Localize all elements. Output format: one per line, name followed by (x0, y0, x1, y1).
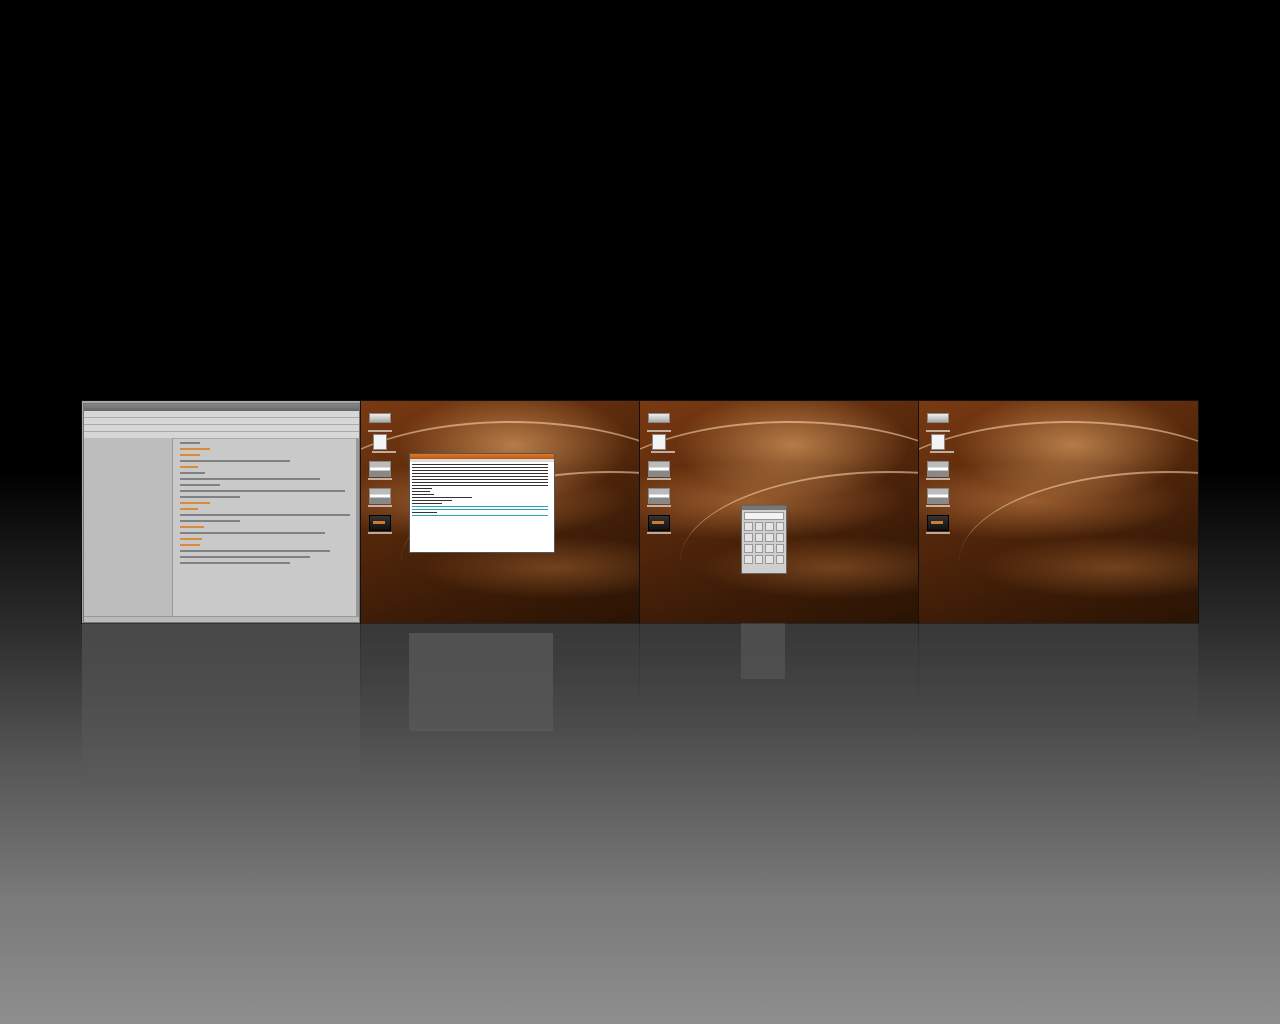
browser-bookmarks-bar[interactable] (84, 425, 359, 432)
calculator-key[interactable] (754, 533, 763, 542)
browser-menubar[interactable] (84, 411, 359, 418)
browser-navbar[interactable] (84, 418, 359, 425)
screenshot-icon[interactable] (926, 461, 950, 480)
browser-window[interactable] (83, 403, 360, 623)
calculator-key[interactable] (754, 555, 763, 564)
calculator-key[interactable] (744, 555, 753, 564)
screenshot-icon[interactable] (926, 488, 950, 507)
terminal-thumbnail-icon[interactable] (647, 515, 671, 534)
calculator-key[interactable] (744, 522, 753, 531)
browser-sidebar (84, 438, 173, 616)
calculator-key[interactable] (744, 544, 753, 553)
calculator-display (744, 512, 784, 520)
calculator-key[interactable] (754, 544, 763, 553)
drive-icon[interactable] (368, 413, 392, 432)
calculator-key[interactable] (765, 522, 774, 531)
calculator-keypad (744, 522, 784, 564)
calculator-key[interactable] (775, 533, 784, 542)
desktop-icons (368, 409, 396, 542)
screenshot-icon[interactable] (647, 461, 671, 480)
document-icon[interactable] (930, 434, 954, 453)
workspace-reflection (82, 623, 1198, 783)
browser-statusbar (84, 616, 359, 622)
browser-page-content (174, 438, 355, 616)
screenshot-icon[interactable] (368, 461, 392, 480)
drive-icon[interactable] (926, 413, 950, 432)
terminal-thumbnail-icon[interactable] (368, 515, 392, 534)
calculator-key[interactable] (765, 544, 774, 553)
desktop-icons (926, 409, 954, 542)
calculator-key[interactable] (775, 522, 784, 531)
calculator-key[interactable] (744, 533, 753, 542)
desktop-icons (647, 409, 675, 542)
drive-icon[interactable] (647, 413, 671, 432)
browser-scrollbar[interactable] (356, 438, 359, 616)
calculator-key[interactable] (754, 522, 763, 531)
calculator-key[interactable] (765, 533, 774, 542)
calculator-key[interactable] (775, 555, 784, 564)
screenshot-icon[interactable] (647, 488, 671, 507)
workspace-strip (82, 401, 1198, 623)
screenshot-icon[interactable] (368, 488, 392, 507)
terminal-thumbnail-icon[interactable] (926, 515, 950, 534)
document-icon[interactable] (372, 434, 396, 453)
terminal-menubar[interactable] (410, 459, 554, 462)
document-icon[interactable] (651, 434, 675, 453)
workspace-2[interactable] (361, 401, 639, 623)
calculator-window[interactable] (741, 505, 787, 574)
terminal-window[interactable] (409, 453, 555, 553)
calculator-key[interactable] (765, 555, 774, 564)
workspace-1[interactable] (82, 401, 360, 623)
calculator-titlebar[interactable] (742, 506, 786, 510)
calculator-key[interactable] (775, 544, 784, 553)
browser-titlebar[interactable] (84, 404, 359, 411)
workspace-3[interactable] (640, 401, 918, 623)
workspace-4[interactable] (919, 401, 1198, 623)
